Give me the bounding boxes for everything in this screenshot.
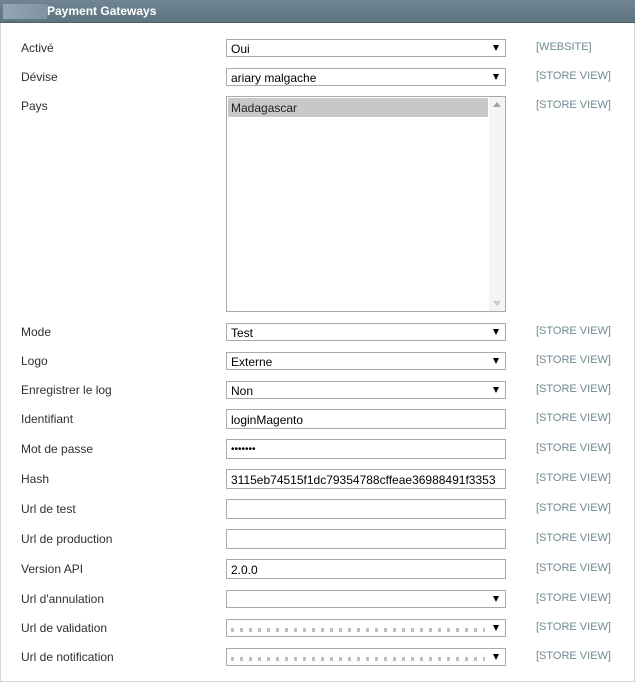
scope-label-notification-url: [STORE VIEW] bbox=[536, 650, 611, 662]
field-label-login: Identifiant bbox=[21, 412, 74, 426]
chevron-down-icon bbox=[493, 387, 499, 393]
chevron-down-icon bbox=[493, 625, 499, 631]
chevron-down-icon bbox=[493, 358, 499, 364]
test-url-input[interactable] bbox=[226, 499, 506, 519]
validation-url-select[interactable] bbox=[226, 619, 506, 637]
scope-label-password: [STORE VIEW] bbox=[536, 442, 611, 454]
mode-select[interactable]: Test bbox=[226, 323, 506, 341]
login-input-value: loginMagento bbox=[231, 413, 304, 427]
chevron-down-icon bbox=[493, 596, 499, 602]
obscured-text bbox=[231, 628, 485, 632]
field-label-country: Pays bbox=[21, 99, 48, 113]
scope-label-production-url: [STORE VIEW] bbox=[536, 532, 611, 544]
field-label-currency: Dévise bbox=[21, 70, 58, 84]
log-select-value: Non bbox=[231, 384, 254, 398]
scope-label-validation-url: [STORE VIEW] bbox=[536, 621, 611, 633]
scroll-down-icon[interactable] bbox=[493, 301, 501, 306]
country-multiselect[interactable]: Madagascar bbox=[226, 96, 506, 312]
logo-select-value: Externe bbox=[231, 355, 273, 369]
password-input-value: ••••••• bbox=[231, 444, 256, 455]
notification-url-select[interactable] bbox=[226, 648, 506, 666]
chevron-down-icon bbox=[493, 329, 499, 335]
hash-input-value: 3115eb74515f1dc79354788cffeae36988491f33… bbox=[231, 473, 496, 487]
password-input[interactable]: ••••••• bbox=[226, 439, 506, 459]
field-label-cancel-url: Url d'annulation bbox=[21, 592, 105, 606]
logo-select[interactable]: Externe bbox=[226, 352, 506, 370]
field-label-production-url: Url de production bbox=[21, 532, 113, 546]
scope-label-login: [STORE VIEW] bbox=[536, 412, 611, 424]
scroll-up-icon[interactable] bbox=[493, 102, 501, 107]
field-label-password: Mot de passe bbox=[21, 442, 94, 456]
field-label-logo: Logo bbox=[21, 354, 48, 368]
scope-label-cancel-url: [STORE VIEW] bbox=[536, 592, 611, 604]
field-label-mode: Mode bbox=[21, 325, 52, 339]
currency-select-value: ariary malgache bbox=[231, 71, 317, 85]
field-label-notification-url: Url de notification bbox=[21, 650, 114, 664]
chevron-down-icon bbox=[493, 74, 499, 80]
active-select[interactable]: Oui bbox=[226, 39, 506, 57]
section-title: Payment Gateways bbox=[47, 4, 157, 18]
scope-label-mode: [STORE VIEW] bbox=[536, 325, 611, 337]
section-header[interactable]: Payment Gateways bbox=[0, 0, 635, 23]
login-input[interactable]: loginMagento bbox=[226, 409, 506, 429]
field-label-active: Activé bbox=[21, 41, 54, 55]
chevron-down-icon bbox=[493, 654, 499, 660]
field-label-log: Enregistrer le log bbox=[21, 383, 112, 397]
country-option-selected[interactable]: Madagascar bbox=[228, 98, 488, 117]
scope-label-api-version: [STORE VIEW] bbox=[536, 562, 611, 574]
field-label-api-version: Version API bbox=[21, 562, 84, 576]
currency-select[interactable]: ariary malgache bbox=[226, 68, 506, 86]
scope-label-test-url: [STORE VIEW] bbox=[536, 502, 611, 514]
scope-label-active: [WEBSITE] bbox=[536, 41, 592, 53]
country-list-scrollbar[interactable] bbox=[489, 97, 505, 311]
log-select[interactable]: Non bbox=[226, 381, 506, 399]
cancel-url-select[interactable] bbox=[226, 590, 506, 608]
scope-label-logo: [STORE VIEW] bbox=[536, 354, 611, 366]
scope-label-hash: [STORE VIEW] bbox=[536, 472, 611, 484]
obscured-text bbox=[231, 657, 485, 661]
mode-select-value: Test bbox=[231, 326, 254, 340]
field-label-hash: Hash bbox=[21, 472, 50, 486]
header-icon bbox=[3, 4, 47, 19]
field-label-validation-url: Url de validation bbox=[21, 621, 108, 635]
scope-label-currency: [STORE VIEW] bbox=[536, 70, 611, 82]
hash-input[interactable]: 3115eb74515f1dc79354788cffeae36988491f33… bbox=[226, 469, 506, 489]
scope-label-log: [STORE VIEW] bbox=[536, 383, 611, 395]
active-select-value: Oui bbox=[231, 42, 250, 56]
field-label-test-url: Url de test bbox=[21, 502, 76, 516]
chevron-down-icon bbox=[493, 45, 499, 51]
country-option-label: Madagascar bbox=[231, 101, 298, 115]
production-url-input[interactable] bbox=[226, 529, 506, 549]
api-version-input[interactable]: 2.0.0 bbox=[226, 559, 506, 579]
api-version-input-value: 2.0.0 bbox=[231, 563, 258, 577]
scope-label-country: [STORE VIEW] bbox=[536, 99, 611, 111]
